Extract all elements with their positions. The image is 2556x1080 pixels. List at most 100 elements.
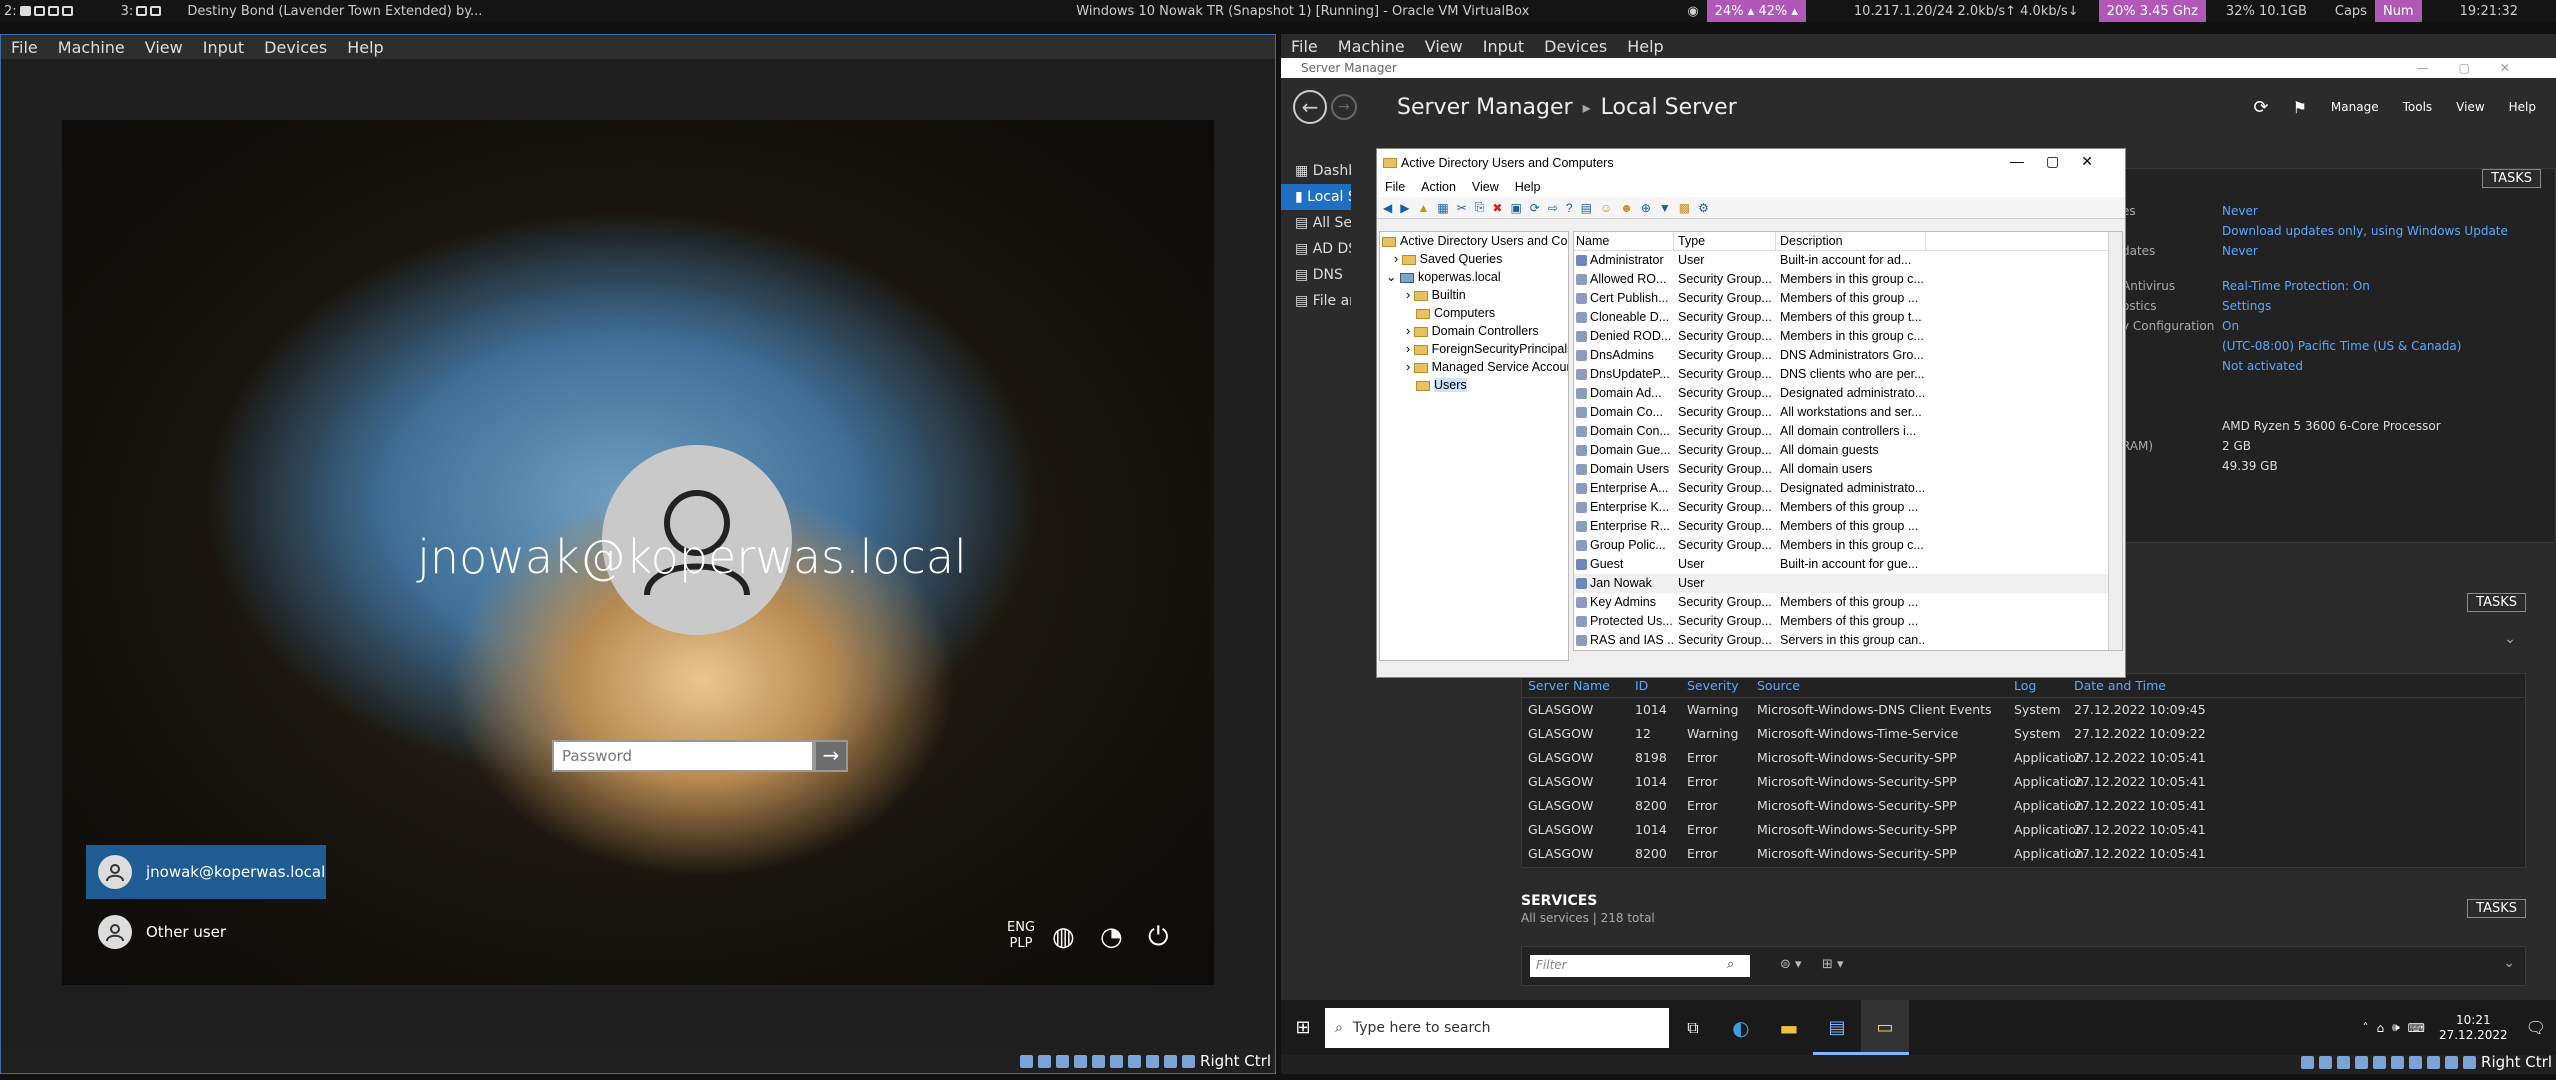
menu-help[interactable]: Help	[1617, 37, 1673, 56]
tree-computers[interactable]: Computers	[1380, 304, 1568, 322]
ad-object-row[interactable]: Enterprise R... Security Group... Members …	[1574, 517, 2122, 536]
property-value[interactable]: Not activated	[2222, 359, 2303, 373]
network-globe-icon[interactable]: ◍	[1052, 922, 1075, 952]
property-value[interactable]: Never	[2222, 244, 2258, 258]
tree-managed-service[interactable]: › Managed Service Accoun	[1380, 358, 1568, 376]
forward-arrow-icon[interactable]: →	[1331, 94, 1357, 120]
menu-view[interactable]: View	[1464, 180, 1507, 194]
language-indicator[interactable]: ENG PLP	[1007, 920, 1035, 952]
task-view-icon[interactable]: ⧉	[1669, 1018, 1717, 1038]
ad-object-row[interactable]: Domain Users Security Group... All domain …	[1574, 460, 2122, 479]
event-row[interactable]: GLASGOW 8200 Error Microsoft-Windows-Securi…	[1522, 842, 2525, 866]
nav-ad-ds[interactable]: ▤ AD DS	[1281, 236, 1351, 262]
menu-tools[interactable]: Tools	[2403, 100, 2433, 114]
ad-object-row[interactable]: Domain Con... Security Group... All domain…	[1574, 422, 2122, 441]
cut-icon[interactable]: ✂	[1457, 201, 1467, 215]
search-icon[interactable]: ⌕	[1727, 957, 1734, 972]
ad-object-row[interactable]: DnsAdmins Security Group... DNS Administra…	[1574, 346, 2122, 365]
copy-icon[interactable]: ⎘	[1475, 200, 1485, 215]
taskbar-clock[interactable]: 10:21 27.12.2022	[2439, 1013, 2508, 1043]
ad-object-row[interactable]: Enterprise K... Security Group... Members …	[1574, 498, 2122, 517]
event-row[interactable]: GLASGOW 1014 Error Microsoft-Windows-Securi…	[1522, 770, 2525, 794]
property-value[interactable]: Download updates only, using Windows Upd…	[2222, 224, 2508, 238]
keyboard-layout-icon[interactable]: ⌨	[2408, 1021, 2425, 1035]
tree-domain-controllers[interactable]: › Domain Controllers	[1380, 322, 1568, 340]
tree-root[interactable]: Active Directory Users and Com	[1380, 232, 1568, 250]
nav-file-storage[interactable]: ▤ File and Storage Services	[1281, 288, 1351, 314]
nav-dashboard[interactable]: ▦ Dashboard	[1281, 158, 1351, 184]
console-icon[interactable]: ▤	[1581, 201, 1592, 215]
properties-icon[interactable]: ▣	[1510, 201, 1521, 215]
ad-object-row[interactable]: Domain Co... Security Group... All worksta…	[1574, 403, 2122, 422]
save-query-icon[interactable]: ⊞ ▾	[1822, 957, 1844, 972]
back-arrow-icon[interactable]: ←	[1293, 90, 1327, 124]
tree-saved-queries[interactable]: › Saved Queries	[1380, 250, 1568, 268]
menu-manage[interactable]: Manage	[2331, 100, 2379, 114]
tray-chevron-icon[interactable]: ˄	[2362, 1021, 2368, 1035]
new-user-icon[interactable]: ☺	[1600, 201, 1612, 215]
delete-icon[interactable]: ✖	[1492, 201, 1502, 215]
nav-all-servers[interactable]: ▤ All Servers	[1281, 210, 1351, 236]
back-icon[interactable]: ◀	[1383, 201, 1392, 215]
property-value[interactable]: On	[2222, 319, 2239, 333]
event-row[interactable]: GLASGOW 8200 Error Microsoft-Windows-Securi…	[1522, 794, 2525, 818]
tasks-dropdown[interactable]: TASKS	[2482, 169, 2541, 188]
new-ou-icon[interactable]: ▩	[1679, 201, 1690, 215]
ad-object-row[interactable]: Denied ROD... Security Group... Members in…	[1574, 327, 2122, 346]
notifications-icon[interactable]: 🗨	[2526, 1018, 2546, 1037]
menu-file[interactable]: File	[1281, 37, 1328, 56]
menu-devices[interactable]: Devices	[254, 38, 337, 57]
taskbar-search-box[interactable]: ⌕ Type here to search	[1325, 1007, 1669, 1048]
property-value[interactable]: Real-Time Protection: On	[2222, 279, 2370, 293]
breadcrumb-root[interactable]: Server Manager	[1397, 95, 1573, 120]
ad-object-row[interactable]: Allowed RO... Security Group... Members in…	[1574, 270, 2122, 289]
event-row[interactable]: GLASGOW 12 Warning Microsoft-Windows-Time-S…	[1522, 722, 2525, 746]
export-icon[interactable]: ⇨	[1548, 201, 1558, 215]
up-folder-icon[interactable]: ▲	[1417, 201, 1429, 215]
event-row[interactable]: GLASGOW 8198 Error Microsoft-Windows-Securi…	[1522, 746, 2525, 770]
ad-object-row[interactable]: Guest User Built-in account for gue...	[1574, 555, 2122, 574]
server-manager-taskbar-icon[interactable]: ▤	[1813, 1000, 1861, 1055]
menu-help[interactable]: Help	[1507, 180, 1549, 194]
submit-arrow-button[interactable]: →	[814, 740, 848, 772]
ad-object-row[interactable]: Jan Nowak User	[1574, 574, 2122, 593]
workspace-2[interactable]: 2:	[0, 4, 77, 19]
ad-object-row[interactable]: Cert Publish... Security Group... Members …	[1574, 289, 2122, 308]
show-tree-icon[interactable]: ▦	[1437, 201, 1448, 215]
window-controls[interactable]: —▢✕	[2417, 58, 2540, 78]
ad-object-row[interactable]: Key Admins Security Group... Members of th…	[1574, 593, 2122, 612]
window-controls[interactable]: —▢✕	[2010, 153, 2115, 170]
list-scrollbar[interactable]	[2108, 232, 2122, 650]
menu-help[interactable]: Help	[2509, 100, 2536, 114]
menu-machine[interactable]: Machine	[1328, 37, 1415, 56]
menu-file[interactable]: File	[1377, 180, 1413, 194]
filter-input[interactable]: Filter	[1530, 955, 1750, 977]
ad-object-row[interactable]: Protected Us... Security Group... Members …	[1574, 612, 2122, 631]
volume-icon[interactable]: 🕪	[2392, 1020, 2400, 1035]
edge-icon[interactable]: ◐	[1717, 1016, 1765, 1040]
tree-domain[interactable]: ⌄ koperwas.local	[1380, 268, 1568, 286]
tasks-dropdown[interactable]: TASKS	[2467, 899, 2526, 918]
ad-users-taskbar-icon[interactable]: ▭	[1861, 1000, 1909, 1055]
ad-object-row[interactable]: Group Polic... Security Group... Members i…	[1574, 536, 2122, 555]
menu-devices[interactable]: Devices	[1534, 37, 1617, 56]
refresh-icon[interactable]: ⟳	[1530, 201, 1540, 215]
menu-input[interactable]: Input	[1473, 37, 1534, 56]
workspace-3[interactable]: 3:	[117, 4, 166, 19]
menu-input[interactable]: Input	[193, 38, 254, 57]
menu-view[interactable]: View	[135, 38, 193, 57]
menu-machine[interactable]: Machine	[48, 38, 135, 57]
nav-dns[interactable]: ▤ DNS	[1281, 262, 1351, 288]
windows-start-icon[interactable]: ⊞	[1281, 1017, 1325, 1038]
refresh-icon[interactable]: ⟳	[2253, 97, 2268, 118]
new-group-icon[interactable]: ☻	[1620, 201, 1633, 215]
ad-object-row[interactable]: RAS and IAS ... Security Group... Servers …	[1574, 631, 2122, 650]
flag-icon[interactable]: ⚑	[2293, 98, 2307, 117]
menu-action[interactable]: Action	[1413, 180, 1464, 194]
help-icon[interactable]: ?	[1566, 201, 1573, 215]
event-row[interactable]: GLASGOW 1014 Error Microsoft-Windows-Securi…	[1522, 818, 2525, 842]
collapse-chevron-icon[interactable]: ⌄	[2503, 955, 2515, 971]
menu-file[interactable]: File	[1, 38, 48, 57]
file-explorer-icon[interactable]: ▬	[1765, 1016, 1813, 1040]
power-icon[interactable]: ⏻	[1148, 922, 1169, 953]
